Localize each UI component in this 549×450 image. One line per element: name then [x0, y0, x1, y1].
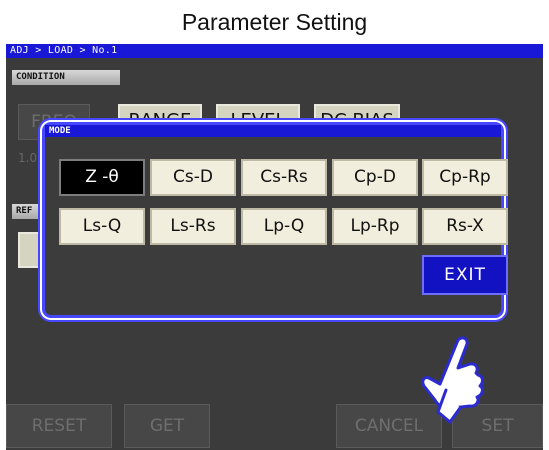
exit-button[interactable]: EXIT	[422, 255, 508, 295]
mode-button-cp-d[interactable]: Cp-D	[332, 159, 418, 196]
mode-button-ls-q[interactable]: Ls-Q	[59, 208, 145, 245]
mode-button-z-theta[interactable]: Z -θ	[59, 159, 145, 196]
instrument-screen: ADJ > LOAD > No.1 CONDITION FREQ RANGE L…	[6, 44, 543, 450]
mode-button-cp-rp[interactable]: Cp-Rp	[422, 159, 508, 196]
mode-button-lp-rp[interactable]: Lp-Rp	[332, 208, 418, 245]
mode-dialog-title: MODE	[45, 125, 501, 137]
page-title: Parameter Setting	[181, 9, 368, 35]
mode-button-ls-rs[interactable]: Ls-Rs	[150, 208, 236, 245]
mode-button-rs-x[interactable]: Rs-X	[422, 208, 508, 245]
mode-button-cs-rs[interactable]: Cs-Rs	[241, 159, 327, 196]
freq-value: 1.0	[18, 151, 38, 165]
condition-section-label: CONDITION	[12, 70, 120, 85]
breadcrumb: ADJ > LOAD > No.1	[6, 44, 543, 58]
mode-button-lp-q[interactable]: Lp-Q	[241, 208, 327, 245]
reset-button[interactable]: RESET	[6, 404, 112, 448]
hand-pointer-icon	[421, 336, 484, 424]
mode-dialog: MODE Z -θ Cs-D Cs-Rs Cp-D Cp-Rp Ls-Q Ls-…	[42, 122, 508, 318]
mode-button-cs-d[interactable]: Cs-D	[150, 159, 236, 196]
get-button[interactable]: GET	[124, 404, 210, 448]
